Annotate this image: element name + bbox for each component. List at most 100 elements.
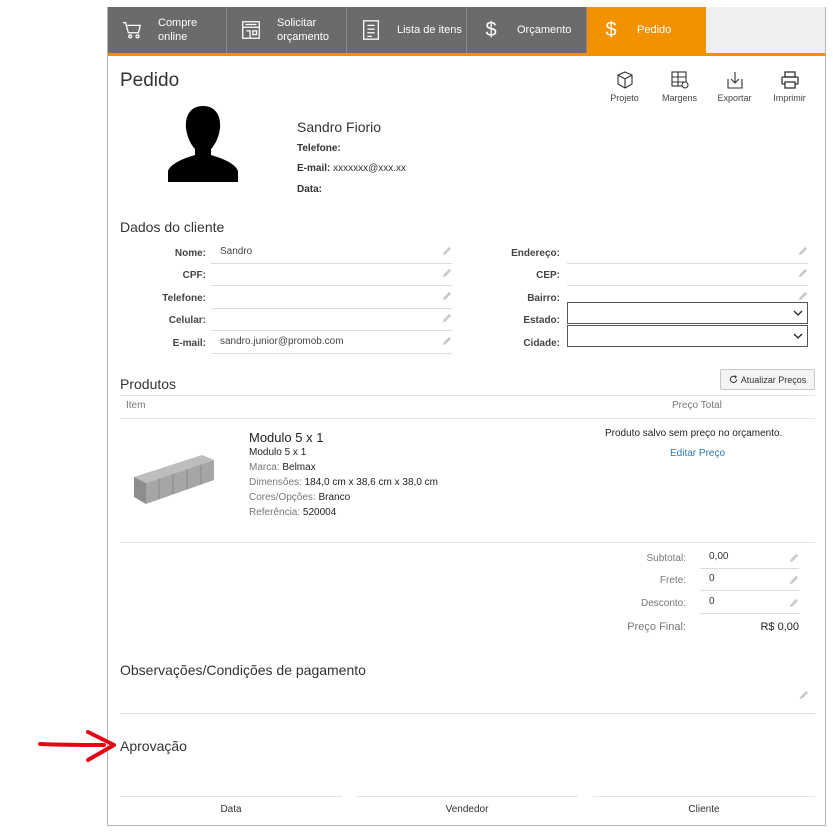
city-label: Cidade: [523, 338, 560, 349]
discount-value: 0 [709, 596, 715, 607]
export-button[interactable]: Exportar [707, 70, 762, 103]
col-item-header: Item [126, 400, 146, 411]
freight-field[interactable]: 0 [700, 571, 799, 591]
subtotal-label: Subtotal: [646, 553, 686, 564]
state-label: Estado: [523, 315, 560, 326]
state-select[interactable] [567, 302, 808, 324]
margins-table-icon [670, 71, 689, 89]
cpf-label: CPF: [182, 270, 206, 281]
edit-price-link[interactable]: Editar Preço [670, 448, 725, 459]
customer-date: Data: [297, 184, 322, 195]
seller-signature-label: Vendedor [445, 804, 489, 815]
product-options: Cores/Opções: Branco [249, 492, 350, 503]
margins-button[interactable]: Margens [652, 70, 707, 103]
red-arrow-annotation [38, 730, 116, 762]
list-icon [359, 18, 383, 42]
tab-quote[interactable]: $ Orçamento [467, 7, 587, 53]
client-signature-label: Cliente [688, 804, 720, 815]
project-button[interactable]: Projeto [597, 70, 652, 103]
order-page: Compre online Solicitar orçamento Lista de… [107, 7, 826, 826]
price-message: Produto salvo sem preço no orçamento. [605, 428, 783, 439]
customer-phone: Telefone: [297, 143, 341, 154]
city-select[interactable] [567, 325, 808, 347]
mobile-field[interactable] [211, 309, 452, 331]
pencil-icon [789, 553, 799, 563]
avatar [168, 106, 238, 182]
print-label: Imprimir [773, 93, 806, 103]
product-name: Modulo 5 x 1 [249, 430, 324, 445]
pencil-icon [442, 268, 452, 278]
pencil-icon [799, 690, 809, 700]
cep-field[interactable] [567, 264, 808, 286]
email-field[interactable]: sandro.junior@promob.com [211, 332, 452, 354]
chevron-down-icon [793, 310, 803, 316]
col-total-header: Preço Total [672, 400, 722, 411]
tab-order[interactable]: $ Pedido [587, 7, 706, 53]
phone-label: Telefone: [297, 143, 341, 154]
subtotal-value: 0,00 [709, 551, 729, 562]
tab-label-line1: Compre [158, 17, 198, 29]
options-label: Cores/Opções: [249, 492, 316, 503]
product-subtitle: Modulo 5 x 1 [249, 447, 307, 458]
toolbar: Projeto Margens Exportar Imprimir [597, 70, 817, 103]
pencil-icon [442, 291, 452, 301]
project-3d-icon [616, 71, 633, 89]
tab-label-line1: Solicitar [277, 17, 317, 29]
tab-bar-filler [706, 7, 825, 53]
tab-label: Orçamento [517, 24, 572, 36]
brand-label: Marca: [249, 462, 280, 473]
pencil-icon [789, 598, 799, 608]
dollar-icon: $ [605, 19, 617, 41]
page-title: Pedido [120, 70, 180, 91]
store-icon [239, 18, 263, 42]
name-field[interactable]: Sandro [211, 242, 452, 264]
product-image [134, 455, 214, 504]
address-label: Endereço: [511, 248, 560, 259]
mobile-label: Celular: [168, 315, 206, 326]
tab-label: Pedido [637, 24, 672, 36]
printer-icon [780, 71, 799, 89]
pencil-icon [798, 246, 808, 256]
cpf-field[interactable] [211, 264, 452, 286]
tab-item-list[interactable]: Lista de itens [347, 7, 467, 53]
name-label: Nome: [174, 248, 206, 259]
final-price-value: R$ 0,00 [760, 621, 799, 633]
subtotal-field[interactable]: 0,00 [700, 549, 799, 569]
product-brand: Marca: Belmax [249, 462, 316, 473]
final-price-label: Preço Final: [627, 621, 686, 633]
divider [120, 542, 815, 543]
pencil-icon [442, 336, 452, 346]
divider [120, 418, 815, 419]
observations-title: Observações/Condições de pagamento [120, 662, 366, 678]
refresh-prices-button[interactable]: Atualizar Preços [720, 369, 815, 390]
cart-icon [120, 18, 144, 42]
tab-buy-online[interactable]: Compre online [108, 7, 227, 53]
products-title: Produtos [120, 376, 177, 392]
reference-value: 520004 [302, 507, 337, 518]
dimensions-value: 184,0 cm x 38,6 cm x 38,0 cm [304, 477, 438, 488]
observations-field[interactable] [120, 682, 815, 714]
tab-label-line2: orçamento [277, 31, 329, 43]
divider [120, 395, 815, 396]
product-reference: Referência: 520004 [249, 507, 336, 518]
freight-value: 0 [709, 573, 715, 584]
address-field[interactable] [567, 242, 808, 264]
dollar-icon: $ [485, 19, 497, 41]
dimensions-label: Dimensões: [249, 477, 302, 488]
refresh-prices-label: Atualizar Preços [740, 374, 807, 385]
margins-label: Margens [661, 93, 697, 103]
tab-label: Lista de itens [397, 24, 462, 36]
customer-name: Sandro Fiorio [297, 119, 382, 135]
seller-signature-line [356, 796, 578, 797]
cep-label: CEP: [536, 270, 560, 281]
email-value: xxxxxxx@xxx.xx [333, 163, 407, 174]
phone-field[interactable] [211, 287, 452, 309]
approval-title: Aprovação [120, 738, 187, 754]
discount-field[interactable]: 0 [700, 594, 799, 614]
client-data-title: Dados do cliente [120, 219, 225, 235]
export-icon [726, 72, 743, 89]
print-button[interactable]: Imprimir [762, 70, 817, 103]
tab-request-quote[interactable]: Solicitar orçamento [227, 7, 347, 53]
name-value: Sandro [220, 246, 253, 257]
refresh-icon [729, 375, 737, 383]
